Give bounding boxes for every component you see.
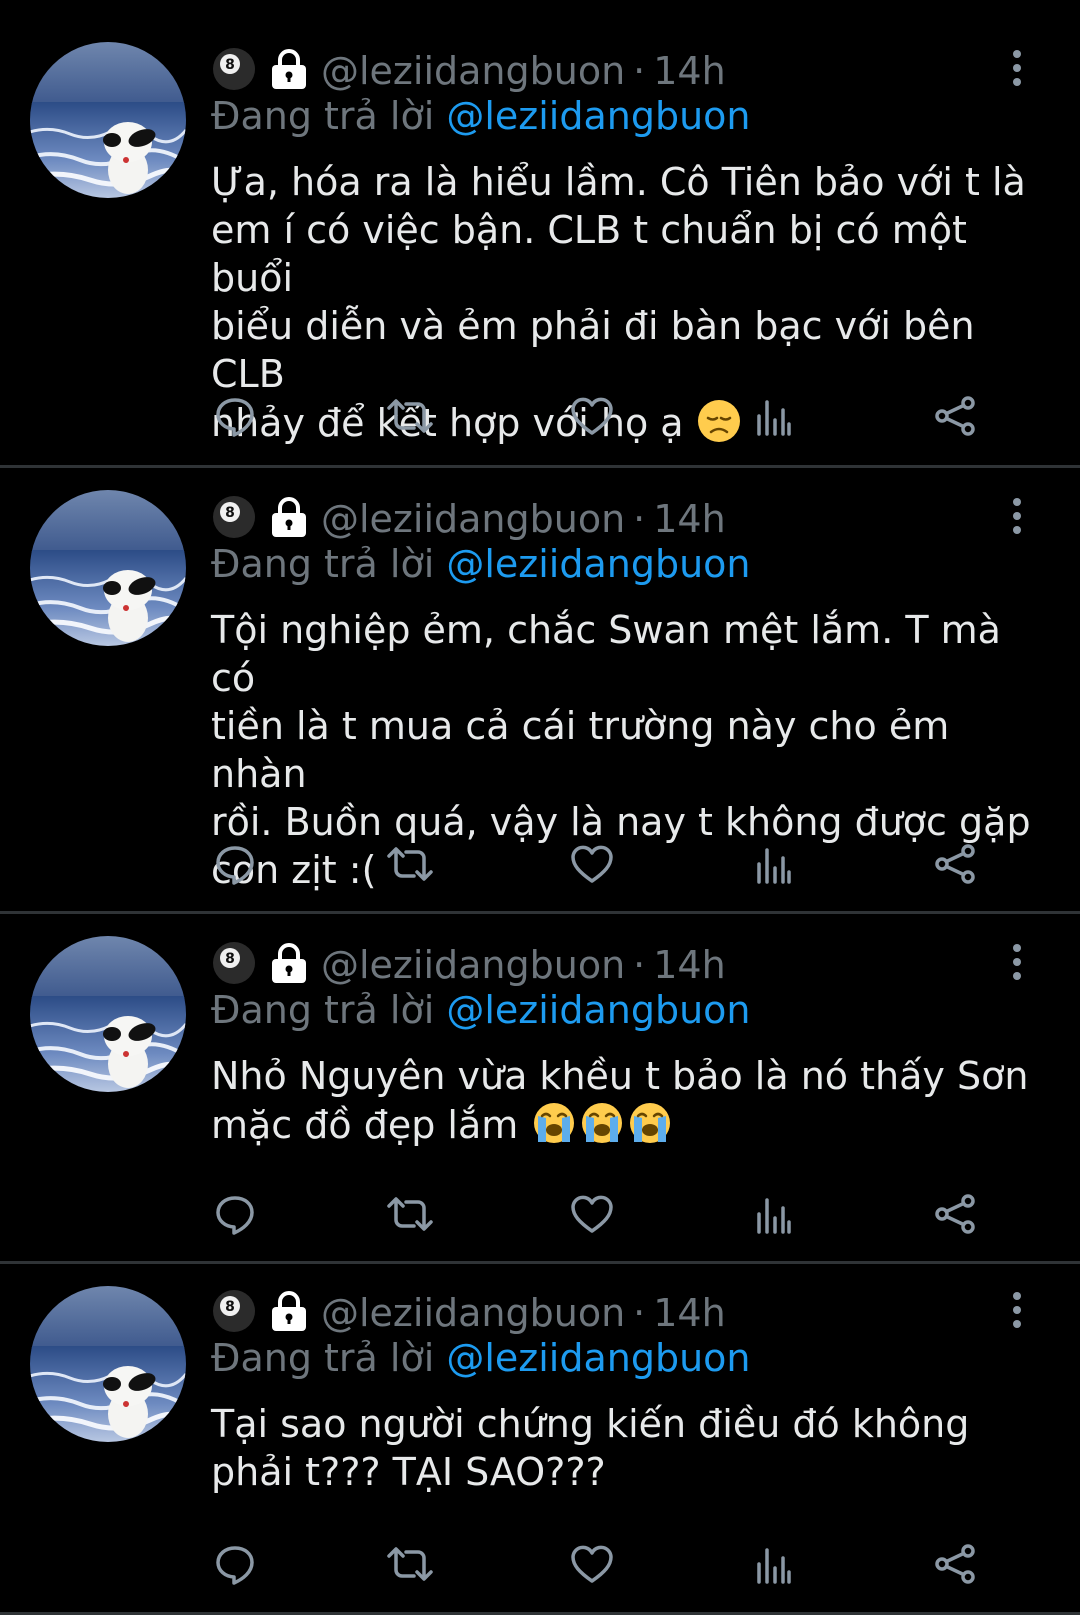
reply-icon[interactable] (210, 840, 260, 888)
reply-mention[interactable]: @leziidangbuon (446, 1336, 750, 1380)
tweet-time[interactable]: 14h (653, 497, 725, 541)
lock-icon (267, 495, 311, 543)
tweet-handle[interactable]: @leziidangbuon (321, 49, 625, 93)
reply-context: Đang trả lời @leziidangbuon (211, 988, 751, 1032)
reply-icon[interactable] (210, 1190, 260, 1238)
8-ball-icon: 8 (211, 940, 257, 990)
tweet-time[interactable]: 14h (653, 1291, 725, 1335)
separator-dot: · (633, 497, 646, 541)
tweet-text: Tại sao người chứng kiến điều đó không p… (211, 1400, 1051, 1496)
analytics-icon[interactable] (748, 392, 798, 440)
8-ball-icon: 8 (211, 1288, 257, 1338)
more-options-icon[interactable] (1000, 1292, 1034, 1328)
svg-text:8: 8 (225, 57, 235, 73)
tweet-time[interactable]: 14h (653, 49, 725, 93)
reply-prefix: Đang trả lời (211, 1336, 447, 1380)
share-icon[interactable] (930, 392, 980, 440)
loudly-crying-face-emoji (578, 1100, 626, 1157)
tweet[interactable]: 8 @leziidangbuon · 14h Đang trả lời @lez… (0, 914, 1080, 1264)
8-ball-icon: 8 (211, 494, 257, 544)
reply-mention[interactable]: @leziidangbuon (446, 988, 750, 1032)
share-icon[interactable] (930, 1190, 980, 1238)
avatar[interactable] (30, 490, 186, 646)
avatar-image (30, 1286, 186, 1442)
analytics-icon[interactable] (748, 1190, 798, 1238)
more-options-icon[interactable] (1000, 944, 1034, 980)
tweet-text: Nhỏ Nguyên vừa khều t bảo là nó thấy Sơn… (211, 1052, 1051, 1157)
tweet-emojis (518, 1103, 674, 1147)
lock-icon (267, 1289, 311, 1337)
avatar[interactable] (30, 42, 186, 198)
reply-context: Đang trả lời @leziidangbuon (211, 1336, 751, 1380)
separator-dot: · (633, 1291, 646, 1335)
reply-prefix: Đang trả lời (211, 988, 447, 1032)
svg-text:8: 8 (225, 1299, 235, 1315)
lock-icon (267, 47, 311, 95)
avatar[interactable] (30, 936, 186, 1092)
avatar-image (30, 936, 186, 1092)
retweet-icon[interactable] (385, 1190, 435, 1238)
like-icon[interactable] (567, 1540, 617, 1588)
share-icon[interactable] (930, 840, 980, 888)
avatar-image (30, 42, 186, 198)
tweet-actions (210, 840, 1010, 888)
separator-dot: · (633, 49, 646, 93)
tweet-actions (210, 392, 1010, 440)
retweet-icon[interactable] (385, 392, 435, 440)
separator-dot: · (633, 943, 646, 987)
svg-text:8: 8 (225, 505, 235, 521)
avatar-image (30, 490, 186, 646)
like-icon[interactable] (567, 1190, 617, 1238)
tweet-handle[interactable]: @leziidangbuon (321, 1291, 625, 1335)
retweet-icon[interactable] (385, 840, 435, 888)
tweet[interactable]: 8 @leziidangbuon · 14h Đang trả lời @lez… (0, 468, 1080, 914)
reply-context: Đang trả lời @leziidangbuon (211, 94, 751, 138)
retweet-icon[interactable] (385, 1540, 435, 1588)
loudly-crying-face-emoji (530, 1100, 578, 1157)
avatar[interactable] (30, 1286, 186, 1442)
like-icon[interactable] (567, 392, 617, 440)
reply-icon[interactable] (210, 1540, 260, 1588)
8-ball-icon: 8 (211, 46, 257, 96)
analytics-icon[interactable] (748, 840, 798, 888)
tweet[interactable]: 8 @leziidangbuon · 14h Đang trả lời @lez… (0, 1264, 1080, 1615)
reply-mention[interactable]: @leziidangbuon (446, 94, 750, 138)
tweet-handle[interactable]: @leziidangbuon (321, 943, 625, 987)
tweet-body-text: Tại sao người chứng kiến điều đó không p… (211, 1402, 970, 1494)
tweet-handle[interactable]: @leziidangbuon (321, 497, 625, 541)
more-options-icon[interactable] (1000, 50, 1034, 86)
tweet-time[interactable]: 14h (653, 943, 725, 987)
reply-prefix: Đang trả lời (211, 94, 447, 138)
tweet[interactable]: 8 @leziidangbuon · 14h Đang trả lời @lez… (0, 0, 1080, 468)
tweet-actions (210, 1190, 1010, 1238)
like-icon[interactable] (567, 840, 617, 888)
reply-icon[interactable] (210, 392, 260, 440)
reply-context: Đang trả lời @leziidangbuon (211, 542, 751, 586)
reply-mention[interactable]: @leziidangbuon (446, 542, 750, 586)
loudly-crying-face-emoji (626, 1100, 674, 1157)
analytics-icon[interactable] (748, 1540, 798, 1588)
share-icon[interactable] (930, 1540, 980, 1588)
more-options-icon[interactable] (1000, 498, 1034, 534)
reply-prefix: Đang trả lời (211, 542, 447, 586)
lock-icon (267, 941, 311, 989)
svg-text:8: 8 (225, 951, 235, 967)
tweet-actions (210, 1540, 1010, 1588)
